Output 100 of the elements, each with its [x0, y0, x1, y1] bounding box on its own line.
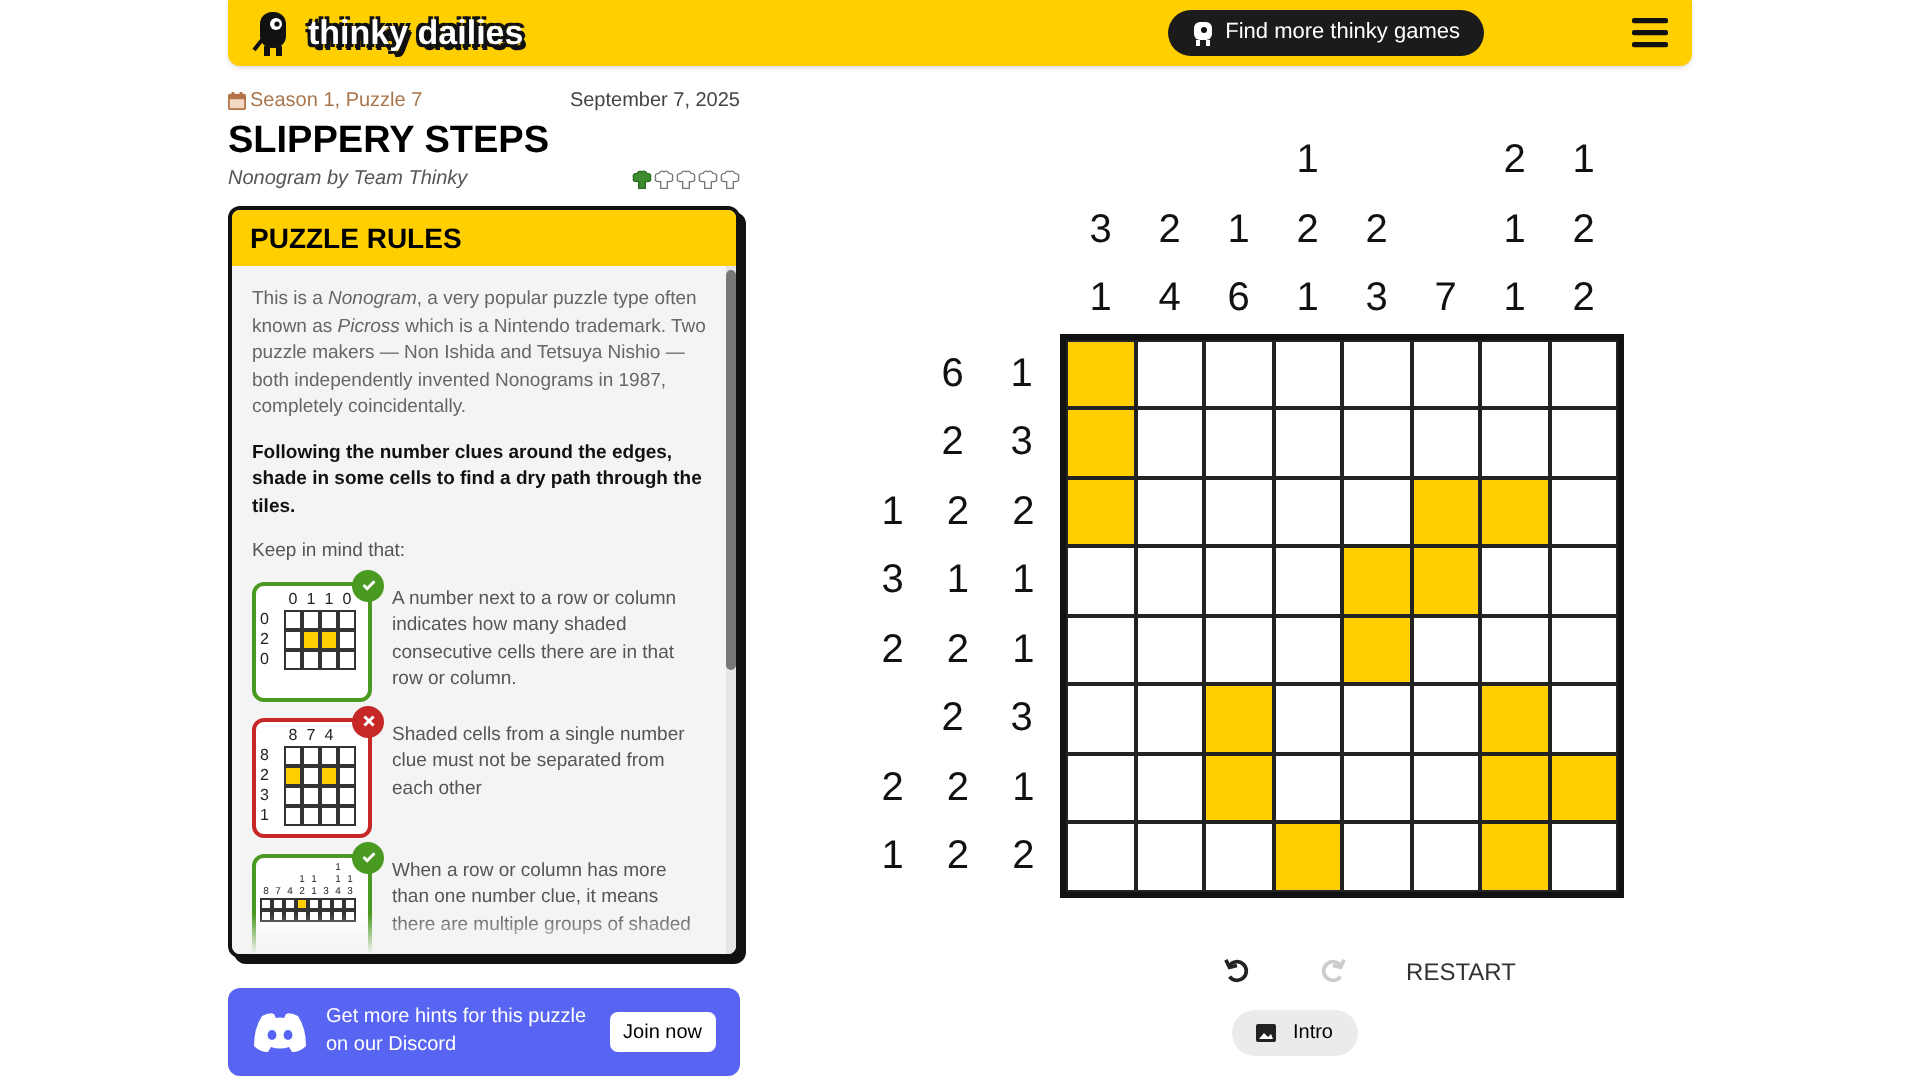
puzzle-title: SLIPPERY STEPS [228, 120, 551, 164]
grid-cell[interactable] [1135, 546, 1204, 615]
scrollbar-thumb[interactable] [726, 270, 736, 670]
clue-number: 3 [260, 785, 271, 805]
column-clue: 1 [1294, 136, 1321, 186]
mascot-icon [1191, 21, 1214, 45]
grid-cell[interactable] [1342, 822, 1411, 891]
row-clue: 6 [939, 349, 966, 400]
column-clue: 4 [1156, 274, 1183, 324]
grid-cell[interactable] [1480, 546, 1549, 615]
clue-number: 2 [260, 765, 271, 785]
column-clue: 1 [1225, 205, 1252, 255]
row-clue: 1 [879, 487, 906, 538]
grid-cell[interactable] [1273, 822, 1342, 891]
grid-cell[interactable] [1480, 753, 1549, 822]
discord-text: Get more hints for this puzzle on our Discord [326, 1004, 589, 1060]
grid-cell[interactable] [1273, 339, 1342, 408]
grid-cell[interactable] [1204, 753, 1273, 822]
grid-cell[interactable] [1342, 477, 1411, 546]
column-clue: 1 [1570, 136, 1597, 186]
clue-number: 0 [260, 609, 271, 629]
goal-paragraph: Following the number clues around the edges, shade in some cells to find a dry path through the tiles. [252, 439, 704, 520]
grid-cell[interactable] [1204, 477, 1273, 546]
clue-number: 0 [340, 589, 354, 609]
intro-button[interactable]: Intro [1232, 1009, 1357, 1055]
grid-cell[interactable] [1342, 339, 1411, 408]
column-clue: 2 [1156, 205, 1183, 255]
grid-cell[interactable] [1066, 684, 1135, 753]
grid-cell[interactable] [1549, 546, 1618, 615]
grid-cell[interactable] [1411, 408, 1480, 477]
grid-cell[interactable] [1204, 408, 1273, 477]
grid-cell[interactable] [1549, 753, 1618, 822]
clue-number: 1 [304, 589, 318, 609]
grid-cell[interactable] [1480, 339, 1549, 408]
grid-cell[interactable] [1411, 615, 1480, 684]
grid-cell[interactable] [1480, 615, 1549, 684]
grid-cell[interactable] [1411, 477, 1480, 546]
grid-cell[interactable] [1342, 615, 1411, 684]
grid-cell[interactable] [1135, 753, 1204, 822]
grid-cell[interactable] [1549, 822, 1618, 891]
grid-cell[interactable] [1549, 615, 1618, 684]
grid-cell[interactable] [1135, 339, 1204, 408]
grid-cell[interactable] [1066, 477, 1135, 546]
grid-cell[interactable] [1135, 408, 1204, 477]
grid-cell[interactable] [1273, 753, 1342, 822]
row-clue: 3 [1008, 418, 1035, 469]
join-button[interactable]: Join now [609, 1012, 716, 1052]
grid-cell[interactable] [1066, 822, 1135, 891]
row-clue: 2 [939, 418, 966, 469]
grid-cell[interactable] [1342, 684, 1411, 753]
grid-cell[interactable] [1204, 339, 1273, 408]
grid-cell[interactable] [1411, 684, 1480, 753]
grid-cell[interactable] [1273, 477, 1342, 546]
column-clue: 3 [1087, 205, 1114, 255]
grid-cell[interactable] [1411, 753, 1480, 822]
grid-cell[interactable] [1273, 684, 1342, 753]
byline: Nonogram by Team Thinky [228, 166, 468, 194]
grid-cell[interactable] [1480, 822, 1549, 891]
calendar-icon [228, 92, 246, 110]
row-clue: 2 [944, 625, 972, 676]
row-clue: 3 [879, 556, 906, 607]
grid-cell[interactable] [1342, 753, 1411, 822]
broccoli-icon [676, 169, 696, 189]
grid-cell[interactable] [1135, 615, 1204, 684]
grid-cell[interactable] [1066, 753, 1135, 822]
example-text: Shaded cells from a single number clue must not be separated from each other [392, 721, 687, 803]
menu-icon[interactable] [1632, 18, 1668, 48]
grid-cell[interactable] [1342, 408, 1411, 477]
grid-cell[interactable] [1135, 684, 1204, 753]
grid-cell[interactable] [1066, 546, 1135, 615]
grid-cell[interactable] [1204, 684, 1273, 753]
grid-cell[interactable] [1066, 339, 1135, 408]
grid-cell[interactable] [1342, 546, 1411, 615]
grid-cell[interactable] [1273, 615, 1342, 684]
grid-cell[interactable] [1549, 477, 1618, 546]
rules-title: PUZZLE RULES [232, 210, 736, 266]
grid-cell[interactable] [1066, 615, 1135, 684]
row-clue: 1 [944, 556, 972, 607]
grid-cell[interactable] [1066, 408, 1135, 477]
grid-cell[interactable] [1204, 546, 1273, 615]
grid-cell[interactable] [1480, 408, 1549, 477]
grid-cell[interactable] [1549, 408, 1618, 477]
undo-icon[interactable] [1224, 958, 1251, 984]
grid-cell[interactable] [1411, 546, 1480, 615]
grid-cell[interactable] [1411, 339, 1480, 408]
grid-cell[interactable] [1204, 822, 1273, 891]
image-icon [1256, 1023, 1277, 1041]
find-games-button[interactable]: Find more thinky games [1167, 10, 1484, 56]
grid-cell[interactable] [1480, 477, 1549, 546]
grid-cell[interactable] [1411, 822, 1480, 891]
row-clue: 1 [1010, 763, 1037, 814]
grid-cell[interactable] [1135, 477, 1204, 546]
grid-cell[interactable] [1549, 684, 1618, 753]
grid-cell[interactable] [1273, 546, 1342, 615]
grid-cell[interactable] [1480, 684, 1549, 753]
restart-button[interactable]: RESTART [1406, 953, 1516, 989]
grid-cell[interactable] [1204, 615, 1273, 684]
grid-cell[interactable] [1549, 339, 1618, 408]
grid-cell[interactable] [1135, 822, 1204, 891]
grid-cell[interactable] [1273, 408, 1342, 477]
